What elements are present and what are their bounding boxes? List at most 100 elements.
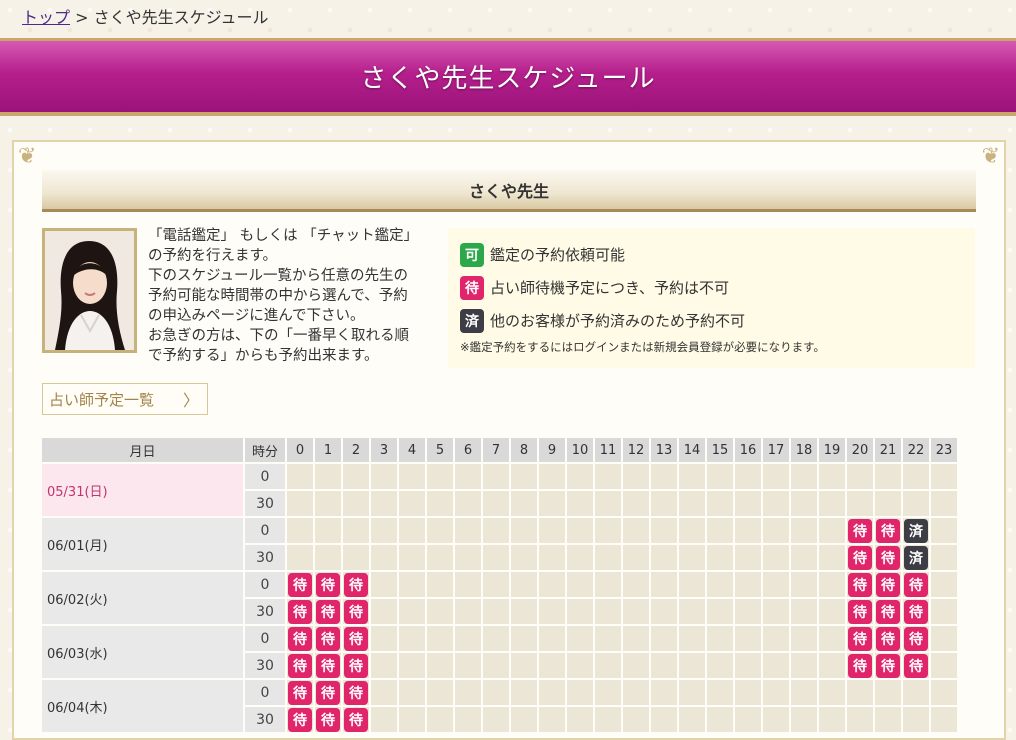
standby-badge: 待 [288, 572, 312, 597]
breadcrumb-home-link[interactable]: トップ [22, 8, 70, 27]
empty-slot-cell [427, 680, 453, 705]
empty-slot-cell [511, 464, 537, 489]
empty-slot-cell [371, 572, 397, 597]
minute-cell: 0 [245, 572, 285, 597]
slot-cell: 待 [287, 707, 313, 732]
empty-slot-cell [707, 707, 733, 732]
empty-slot-cell [427, 707, 453, 732]
standby-badge: 待 [460, 275, 484, 300]
empty-slot-cell [567, 653, 593, 678]
empty-slot-cell [371, 545, 397, 570]
empty-slot-cell [623, 491, 649, 516]
tutor-header: さくや先生 [42, 170, 976, 212]
slot-cell: 待 [875, 653, 901, 678]
empty-slot-cell [791, 626, 817, 651]
empty-slot-cell [567, 707, 593, 732]
standby-badge: 待 [848, 599, 872, 624]
empty-slot-cell [371, 518, 397, 543]
standby-badge: 待 [876, 572, 900, 597]
standby-badge: 待 [904, 572, 928, 597]
empty-slot-cell [931, 653, 957, 678]
header-hour: 17 [763, 438, 789, 462]
intro-line: 「電話鑑定」 もしくは 「チャット鑑定」 [148, 228, 419, 244]
breadcrumb-separator: > [75, 8, 89, 27]
empty-slot-cell [875, 464, 901, 489]
empty-slot-cell [791, 464, 817, 489]
standby-badge: 待 [848, 518, 872, 543]
empty-slot-cell [679, 491, 705, 516]
breadcrumb: トップ > さくや先生スケジュール [22, 4, 269, 28]
empty-slot-cell [623, 599, 649, 624]
minute-cell: 0 [245, 464, 285, 489]
slot-cell: 待 [847, 626, 873, 651]
header-hour: 20 [847, 438, 873, 462]
slot-cell: 待 [343, 680, 369, 705]
empty-slot-cell [595, 707, 621, 732]
empty-slot-cell [539, 491, 565, 516]
empty-slot-cell [819, 626, 845, 651]
date-cell: 06/03(水) [42, 626, 243, 678]
empty-slot-cell [763, 707, 789, 732]
slot-cell: 済 [903, 545, 929, 570]
header-hour: 3 [371, 438, 397, 462]
empty-slot-cell [483, 653, 509, 678]
empty-slot-cell [763, 653, 789, 678]
empty-slot-cell [399, 599, 425, 624]
empty-slot-cell [763, 545, 789, 570]
schedule-row: 06/02(火) 0 待待待待待待 [42, 572, 957, 624]
empty-slot-cell [679, 464, 705, 489]
empty-slot-cell [399, 491, 425, 516]
empty-slot-cell [455, 545, 481, 570]
empty-slot-cell [679, 599, 705, 624]
empty-slot-cell [483, 626, 509, 651]
empty-slot-cell [399, 653, 425, 678]
tutor-name: さくや先生 [468, 181, 549, 201]
empty-slot-cell [315, 518, 341, 543]
empty-slot-cell [819, 599, 845, 624]
empty-slot-cell [791, 653, 817, 678]
header-hour: 7 [483, 438, 509, 462]
slot-cell: 待 [287, 599, 313, 624]
empty-slot-cell [931, 626, 957, 651]
empty-slot-cell [931, 545, 957, 570]
empty-slot-cell [819, 707, 845, 732]
header-hour: 0 [287, 438, 313, 462]
empty-slot-cell [595, 680, 621, 705]
empty-slot-cell [735, 572, 761, 597]
portrait-image [45, 231, 134, 350]
empty-slot-cell [399, 545, 425, 570]
date-cell: 06/04(木) [42, 680, 243, 732]
empty-slot-cell [679, 572, 705, 597]
intro-line: お急ぎの方は、下の「一番早く取れる順 [148, 328, 409, 344]
standby-badge: 待 [876, 599, 900, 624]
empty-slot-cell [651, 626, 677, 651]
empty-slot-cell [399, 464, 425, 489]
empty-slot-cell [455, 626, 481, 651]
empty-slot-cell [735, 626, 761, 651]
minute-cell: 30 [245, 545, 285, 570]
empty-slot-cell [567, 599, 593, 624]
slot-cell: 待 [847, 599, 873, 624]
standby-badge: 待 [316, 653, 340, 678]
standby-badge: 待 [848, 545, 872, 570]
empty-slot-cell [735, 464, 761, 489]
header-minute: 時分 [245, 438, 285, 462]
empty-slot-cell [399, 518, 425, 543]
slot-cell: 待 [287, 680, 313, 705]
slot-cell: 待 [875, 599, 901, 624]
ornament-icon: ❦ [981, 144, 1000, 169]
empty-slot-cell [511, 599, 537, 624]
ornament-icon: ❦ [18, 144, 37, 169]
slot-cell: 待 [875, 518, 901, 543]
legend-label: 他のお客様が予約済みのため予約不可 [490, 312, 746, 330]
header-hour: 15 [707, 438, 733, 462]
minute-cell: 0 [245, 680, 285, 705]
standby-badge: 待 [344, 599, 368, 624]
schedule-list-button[interactable]: 占い師予定一覧 〉 [42, 383, 208, 415]
empty-slot-cell [511, 707, 537, 732]
empty-slot-cell [343, 518, 369, 543]
header-date: 月日 [42, 438, 243, 462]
empty-slot-cell [791, 545, 817, 570]
empty-slot-cell [903, 491, 929, 516]
empty-slot-cell [763, 626, 789, 651]
